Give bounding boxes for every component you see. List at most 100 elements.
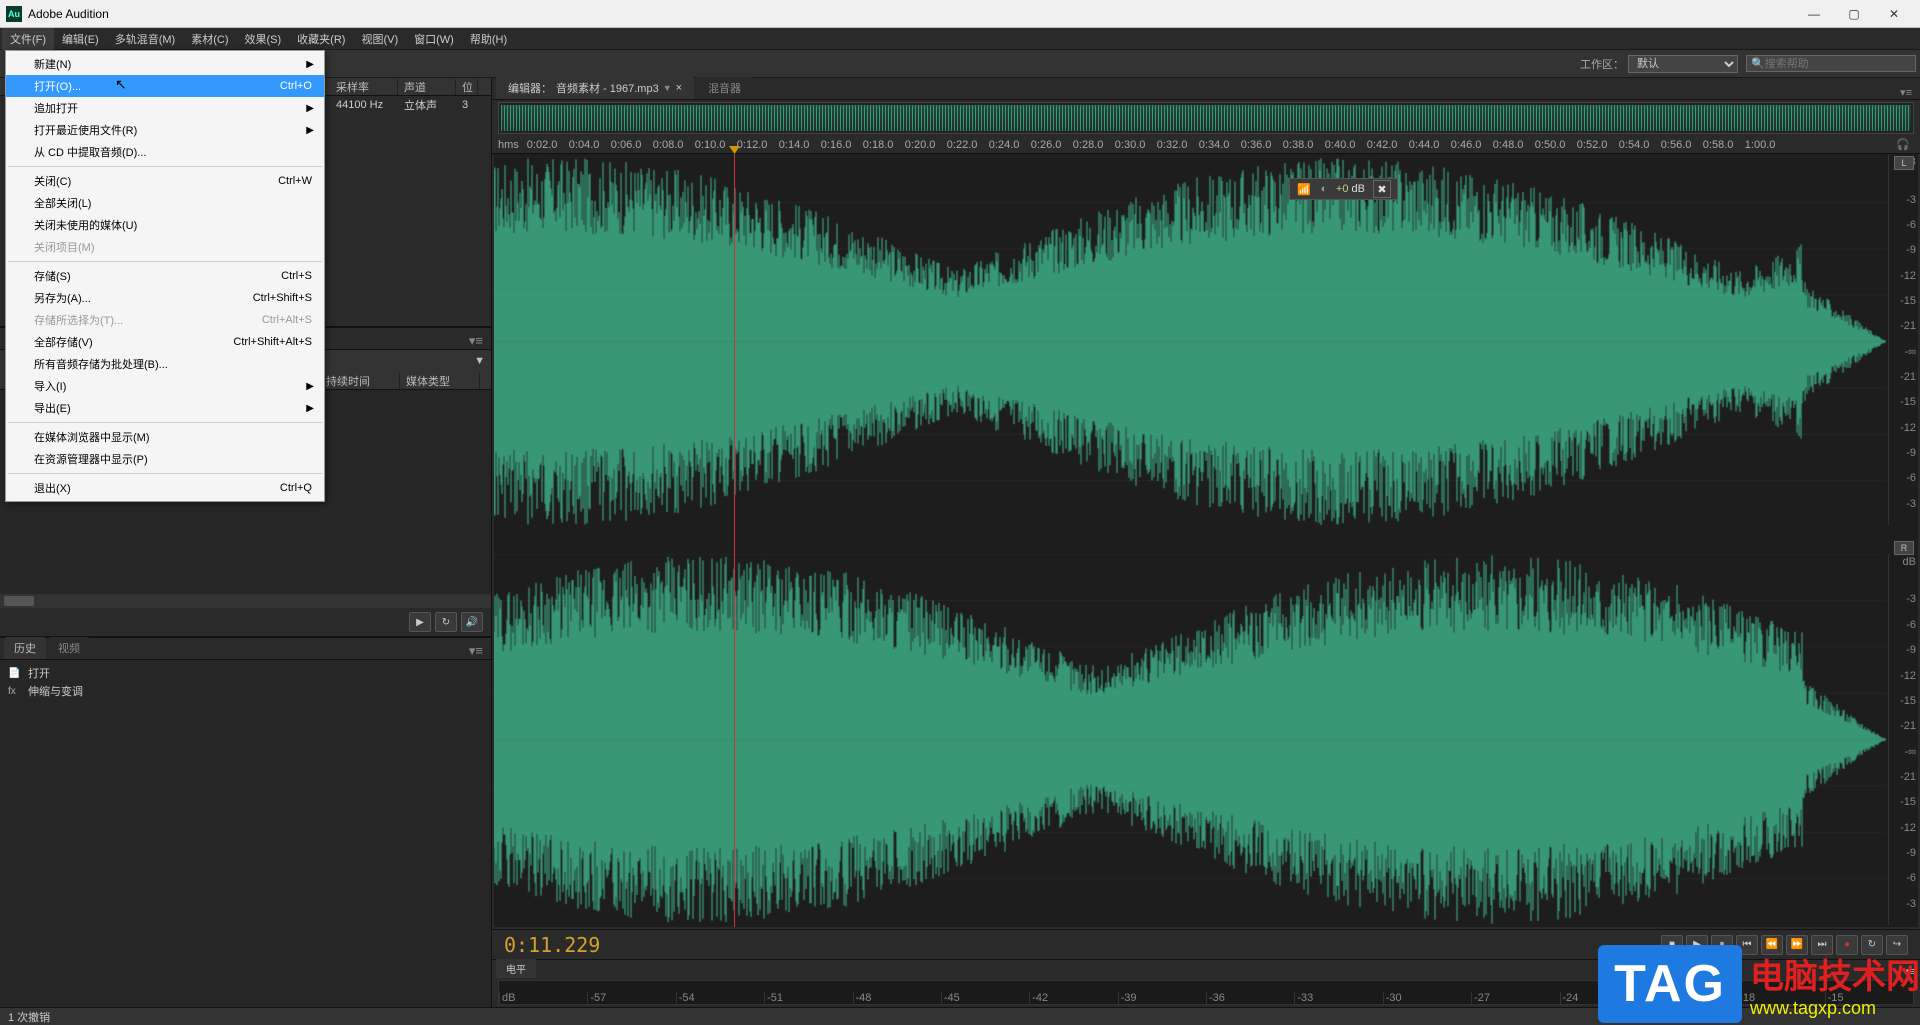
waveform-overview[interactable] (498, 102, 1914, 134)
file-menu-item[interactable]: 导出(E)▶ (6, 397, 324, 419)
history-icon: 📄 (8, 668, 20, 679)
waveform-display[interactable]: dB-3-6-9-12-15-21-∞-21-15-12-9-6-3 dB-3-… (494, 154, 1918, 927)
hud-pin-button[interactable]: ✖ (1373, 180, 1391, 198)
ruler-tick: 0:24.0 (989, 139, 1031, 151)
menu-3[interactable]: 素材(C) (183, 28, 236, 50)
loop-button[interactable]: ↻ (435, 612, 457, 632)
col-media-type[interactable]: 媒体类型 (400, 373, 480, 389)
ruler-tick: 0:10.0 (695, 139, 737, 151)
file-menu-item[interactable]: 关闭(C)Ctrl+W (6, 170, 324, 192)
hud-gain[interactable]: +0 dB (1336, 183, 1365, 195)
col-samplerate[interactable]: 采样率 (330, 79, 398, 95)
panel-menu-icon[interactable]: ▾≡ (465, 643, 487, 659)
file-menu-item[interactable]: 新建(N)▶ (6, 53, 324, 75)
file-menu-item[interactable]: 退出(X)Ctrl+Q (6, 477, 324, 499)
filter-button[interactable]: ▼ (474, 355, 485, 367)
ruler-tick: 0:34.0 (1199, 139, 1241, 151)
ruler-tick: 0:58.0 (1703, 139, 1745, 151)
ruler-tick: 0:20.0 (905, 139, 947, 151)
ruler-tick: 0:44.0 (1409, 139, 1451, 151)
ruler-tick: 0:46.0 (1451, 139, 1493, 151)
menu-6[interactable]: 视图(V) (353, 28, 406, 50)
time-ruler[interactable]: hms 0:02.00:04.00:06.00:08.00:10.00:12.0… (492, 136, 1920, 154)
play-preview-button[interactable]: ▶ (409, 612, 431, 632)
file-menu-item[interactable]: 导入(I)▶ (6, 375, 324, 397)
signal-icon[interactable]: 📶 (1296, 181, 1312, 197)
col-duration[interactable]: 持续时间 (320, 373, 400, 389)
history-row[interactable]: 📄打开 (0, 664, 491, 682)
search-help[interactable]: 🔍 (1746, 55, 1916, 72)
history-label: 伸缩与变调 (28, 683, 83, 699)
close-window-button[interactable]: ✕ (1874, 3, 1914, 25)
tab-close-icon[interactable]: × (676, 82, 682, 94)
hud-toolbar[interactable]: 📶 ◐ +0 dB ✖ (1289, 178, 1398, 200)
file-menu-item[interactable]: 所有音频存储为批处理(B)... (6, 353, 324, 375)
file-menu-item[interactable]: 全部存储(V)Ctrl+Shift+Alt+S (6, 331, 324, 353)
ruler-tick: 0:52.0 (1577, 139, 1619, 151)
tab-dropdown-icon[interactable]: ▼ (663, 83, 672, 93)
tab-history[interactable]: 历史 (4, 637, 46, 659)
file-menu-item: 关闭项目(M) (6, 236, 324, 258)
menu-2[interactable]: 多轨混音(M) (107, 28, 184, 50)
tab-editor-prefix: 编辑器： (508, 80, 552, 96)
ruler-tick: 0:12.0 (737, 139, 779, 151)
col-bits[interactable]: 位 (456, 79, 478, 95)
ruler-tick: 0:56.0 (1661, 139, 1703, 151)
db-scale-left: dB-3-6-9-12-15-21-∞-21-15-12-9-6-3 (1888, 154, 1918, 525)
search-input[interactable] (1765, 58, 1911, 70)
col-channels[interactable]: 声道 (398, 79, 456, 95)
horizontal-scrollbar[interactable] (0, 594, 491, 608)
timecode-display[interactable]: 0:11.229 (504, 933, 600, 957)
watermark: TAG 电脑技术网 www.tagxp.com (1598, 945, 1920, 1023)
menu-8[interactable]: 帮助(H) (462, 28, 515, 50)
file-menu-item[interactable]: 存储(S)Ctrl+S (6, 265, 324, 287)
ruler-tick: 0:42.0 (1367, 139, 1409, 151)
ruler-tick: 0:50.0 (1535, 139, 1577, 151)
ruler-tick: 0:48.0 (1493, 139, 1535, 151)
ruler-tick: 0:54.0 (1619, 139, 1661, 151)
ruler-tick: 0:14.0 (779, 139, 821, 151)
db-scale-right: dB-3-6-9-12-15-21-∞-21-15-12-9-6-3 (1888, 554, 1918, 925)
file-menu-item[interactable]: 全部关闭(L) (6, 192, 324, 214)
tab-mixer[interactable]: 混音器 (696, 77, 753, 99)
file-menu-item[interactable]: 打开最近使用文件(R)▶ (6, 119, 324, 141)
file-menu-item[interactable]: 从 CD 中提取音频(D)... (6, 141, 324, 163)
file-menu-item[interactable]: 在媒体浏览器中显示(M) (6, 426, 324, 448)
menu-1[interactable]: 编辑(E) (54, 28, 107, 50)
watermark-tag: TAG (1598, 945, 1742, 1023)
tab-levels[interactable]: 电平 (496, 959, 536, 978)
ruler-tick: 0:18.0 (863, 139, 905, 151)
tab-video[interactable]: 视频 (48, 637, 90, 659)
menu-0[interactable]: 文件(F) (2, 28, 54, 50)
file-menu-item[interactable]: 关闭未使用的媒体(U) (6, 214, 324, 236)
file-menu-item[interactable]: 打开(O)...Ctrl+O (6, 75, 324, 97)
tab-editor[interactable]: 编辑器： 音频素材 - 1967.mp3 ▼ × (496, 77, 694, 99)
window-titlebar: Au Adobe Audition — ▢ ✕ (0, 0, 1920, 28)
waveform-right (494, 554, 1886, 925)
status-text: 1 次撤销 (8, 1009, 50, 1025)
minimize-button[interactable]: — (1794, 3, 1834, 25)
file-menu-item[interactable]: 追加打开▶ (6, 97, 324, 119)
search-icon: 🔍 (1751, 57, 1765, 70)
history-panel: 历史 视频 ▾≡ 📄打开 fx 伸缩与变调 (0, 638, 491, 1007)
pan-icon[interactable]: ◐ (1316, 181, 1332, 197)
menu-5[interactable]: 收藏夹(R) (289, 28, 353, 50)
watermark-title: 电脑技术网 (1750, 949, 1920, 998)
panel-menu-icon[interactable]: ▾≡ (1896, 86, 1916, 99)
ruler-tick: 0:30.0 (1115, 139, 1157, 151)
menu-7[interactable]: 窗口(W) (406, 28, 462, 50)
menu-4[interactable]: 效果(S) (237, 28, 290, 50)
workspace-select[interactable]: 默认 (1628, 55, 1738, 73)
file-menu-dropdown[interactable]: 新建(N)▶打开(O)...Ctrl+O追加打开▶打开最近使用文件(R)▶从 C… (5, 50, 325, 502)
auto-play-button[interactable]: 🔊 (461, 612, 483, 632)
file-menu-item[interactable]: 另存为(A)...Ctrl+Shift+S (6, 287, 324, 309)
playhead[interactable] (734, 154, 735, 927)
waveform-left (494, 156, 1886, 527)
headphone-icon[interactable]: 🎧 (1892, 138, 1914, 151)
maximize-button[interactable]: ▢ (1834, 3, 1874, 25)
panel-menu-icon[interactable]: ▾≡ (465, 333, 487, 349)
file-menu-item[interactable]: 在资源管理器中显示(P) (6, 448, 324, 470)
history-row[interactable]: fx 伸缩与变调 (0, 682, 491, 700)
history-icon: fx (8, 686, 16, 697)
cell-ch: 立体声 (398, 97, 456, 113)
